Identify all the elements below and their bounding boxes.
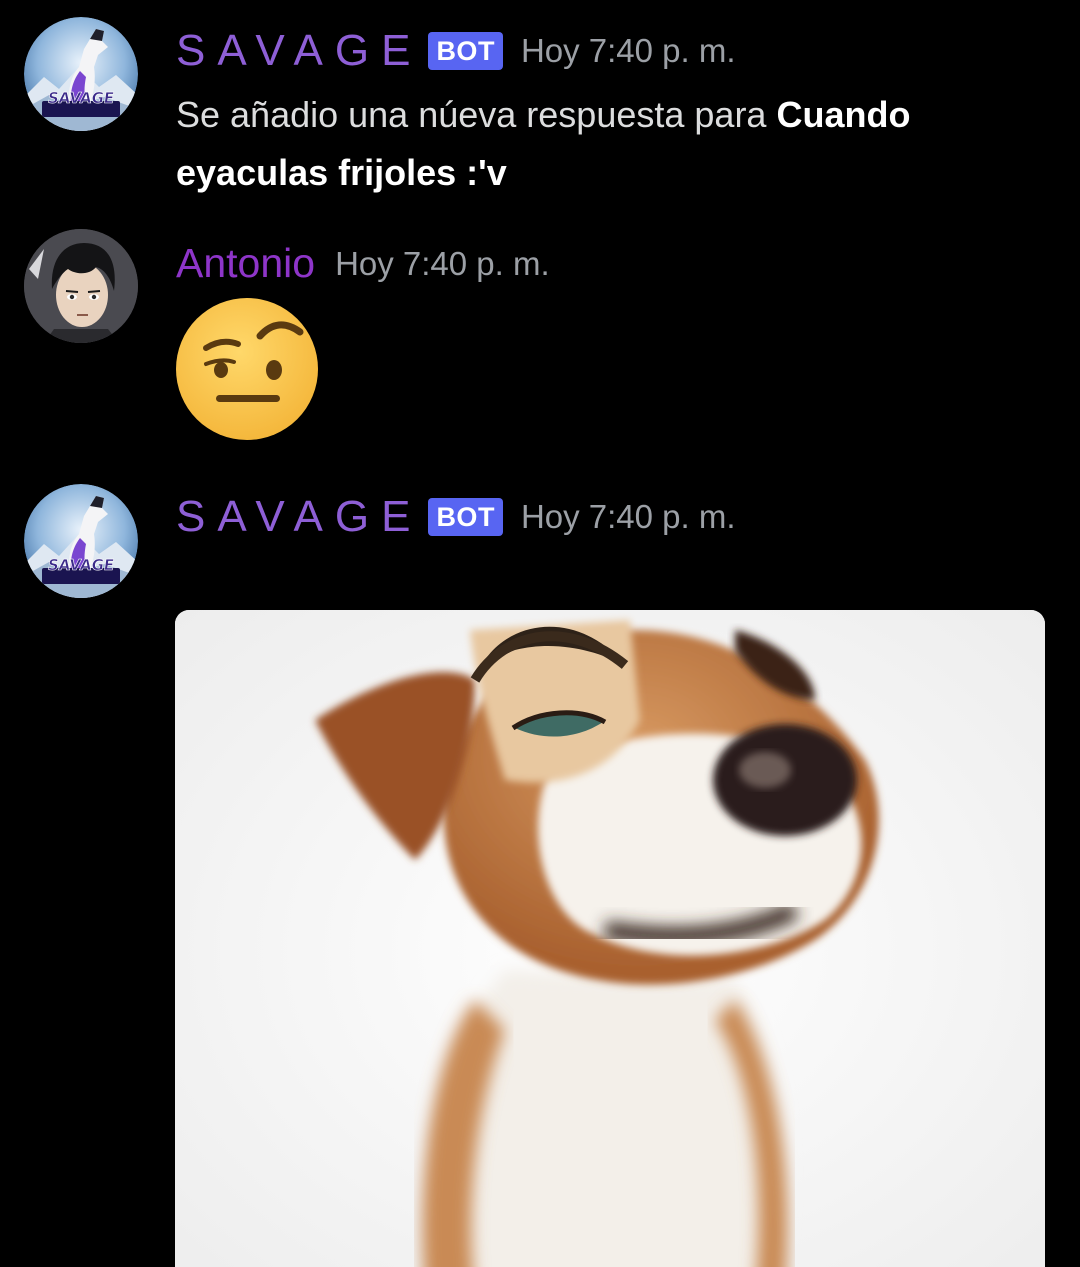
author-name[interactable]: Antonio xyxy=(176,240,315,287)
savage-bot-avatar[interactable]: SAVAGE xyxy=(24,17,138,131)
howling-wolf-logo-icon xyxy=(24,484,138,598)
message-timestamp: Hoy 7:40 p. m. xyxy=(520,498,736,535)
message-header: SAVAGE BOT Hoy 7:40 p. m. xyxy=(176,26,736,76)
author-name[interactable]: SAVAGE xyxy=(176,492,422,542)
howling-wolf-logo-icon xyxy=(24,17,138,131)
message-timestamp: Hoy 7:40 p. m. xyxy=(520,32,736,69)
dog-meme-image-icon xyxy=(175,610,1045,1267)
savage-bot-avatar[interactable]: SAVAGE xyxy=(24,484,138,598)
savage-logo-text: SAVAGE xyxy=(46,89,116,108)
bot-tag-badge: BOT xyxy=(428,32,503,70)
message-timestamp: Hoy 7:40 p. m. xyxy=(335,244,550,282)
anime-character-avatar-icon xyxy=(24,229,138,343)
image-attachment[interactable] xyxy=(175,610,1045,1267)
bot-tag-badge: BOT xyxy=(428,498,503,536)
savage-logo-text: SAVAGE xyxy=(46,556,116,575)
message-content: Se añadio una núeva respuesta para Cuand… xyxy=(176,86,1046,202)
message-header: SAVAGE BOT Hoy 7:40 p. m. xyxy=(176,492,736,542)
antonio-avatar[interactable] xyxy=(24,229,138,343)
face-with-raised-eyebrow-emoji-icon xyxy=(176,298,318,440)
author-name[interactable]: SAVAGE xyxy=(176,26,422,76)
message-text: Se añadio una núeva respuesta para xyxy=(176,94,777,135)
chat-log: SAVAGE SAVAGE BOT Hoy 7:40 p. m. Se añad… xyxy=(0,0,1080,1267)
message-header: Antonio Hoy 7:40 p. m. xyxy=(176,240,550,287)
